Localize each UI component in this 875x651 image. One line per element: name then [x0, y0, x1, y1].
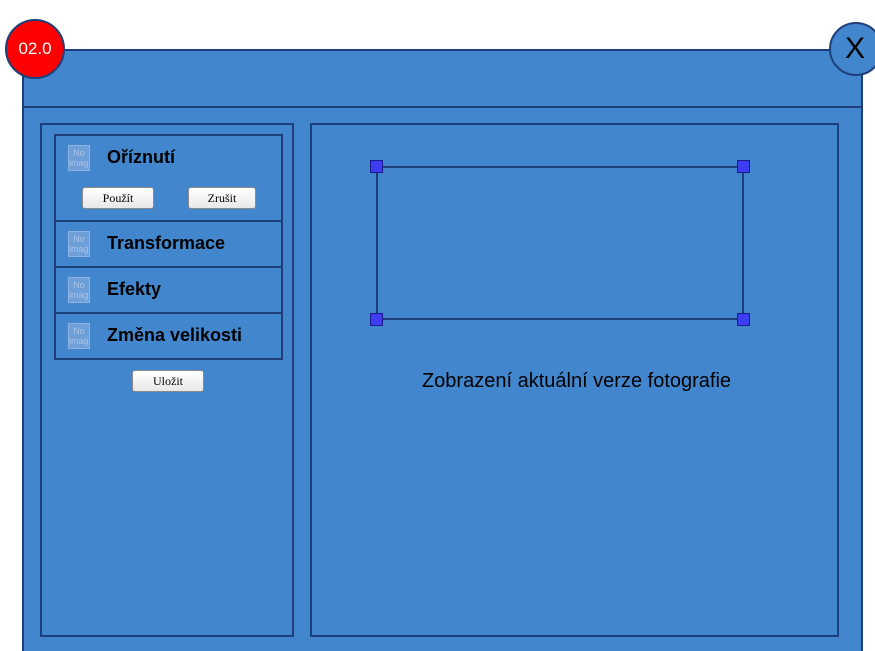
preview-caption: Zobrazení aktuální verze fotografie: [421, 370, 732, 392]
tools-sidebar: No image Oříznutí Použít Zrušit No image…: [40, 123, 294, 637]
tool-effects-label: Efekty: [107, 279, 162, 299]
tool-crop[interactable]: No image Oříznutí Použít Zrušit: [56, 136, 281, 222]
tool-resize[interactable]: No image Změna velikosti: [56, 314, 281, 358]
crop-handle-top-left[interactable]: [370, 160, 383, 173]
close-button[interactable]: X: [829, 22, 875, 76]
tools-list: No image Oříznutí Použít Zrušit No image…: [54, 134, 283, 360]
tool-resize-label: Změna velikosti: [107, 325, 243, 345]
crop-handle-top-right[interactable]: [737, 160, 750, 173]
tool-crop-label: Oříznutí: [107, 147, 175, 167]
crop-handle-bottom-left[interactable]: [370, 313, 383, 326]
crop-handle-bottom-right[interactable]: [737, 313, 750, 326]
version-badge: 02.0: [5, 19, 65, 79]
crop-selection[interactable]: [370, 160, 750, 326]
cancel-button[interactable]: Zrušit: [188, 187, 256, 209]
transform-tool-icon: No image: [68, 231, 90, 257]
titlebar-divider: [24, 106, 861, 108]
resize-tool-icon: No image: [68, 323, 90, 349]
crop-tool-icon: No image: [68, 145, 90, 171]
photo-preview-panel: Zobrazení aktuální verze fotografie: [310, 123, 839, 637]
tool-effects[interactable]: No image Efekty: [56, 268, 281, 314]
tool-transform[interactable]: No image Transformace: [56, 222, 281, 268]
apply-button[interactable]: Použít: [82, 187, 154, 209]
save-button[interactable]: Uložit: [132, 370, 204, 392]
tool-transform-label: Transformace: [107, 233, 226, 253]
effects-tool-icon: No image: [68, 277, 90, 303]
